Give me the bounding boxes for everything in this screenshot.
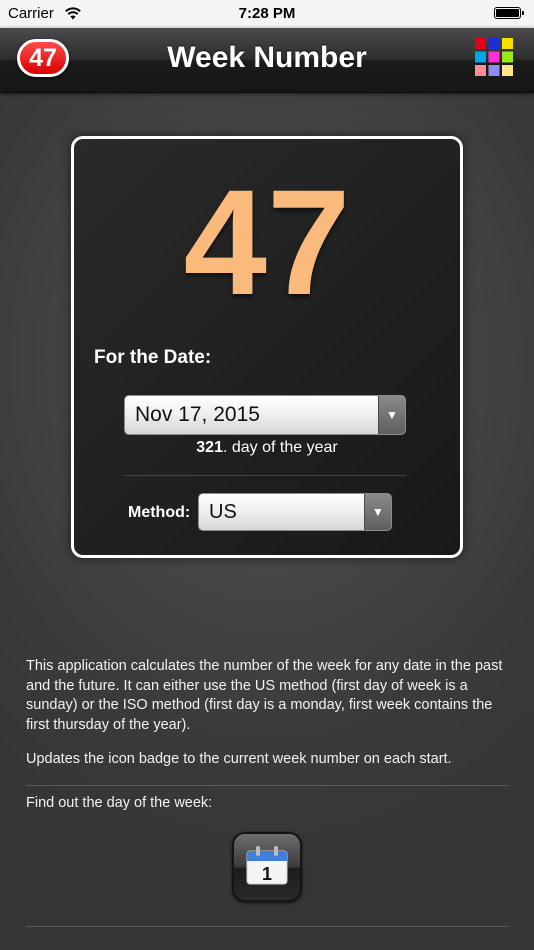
method-label: Method: [128,504,191,521]
grid-cell [475,65,486,76]
grid-cell [488,38,500,49]
page-title: Week Number [167,41,367,74]
color-grid-icon[interactable] [475,38,513,76]
week-number-card: 47 For the Date: Nov 17, 2015 ▼ 321. day… [71,136,463,558]
date-value: Nov 17, 2015 [135,403,260,426]
day-of-year-number: 321 [196,439,223,456]
grid-cell [502,51,513,63]
day-of-week-app-button[interactable]: 1 [232,832,302,902]
method-value: US [209,501,237,523]
app-description: This application calculates the number o… [26,658,503,733]
chevron-down-icon[interactable]: ▼ [378,396,405,434]
find-day-label: Find out the day of the week: [26,795,213,811]
section-divider [26,785,508,786]
method-dropdown[interactable]: US ▼ [198,493,392,531]
grid-cell [502,65,513,76]
status-time: 7:28 PM [238,5,296,22]
grid-cell [475,51,486,63]
navigation-bar: 47 Week Number [0,28,534,93]
date-label: For the Date: [94,347,212,368]
battery-icon [494,7,524,19]
grid-cell [475,38,486,49]
grid-cell [488,65,500,76]
grid-cell [502,38,513,49]
calendar-day-number: 1 [262,864,272,884]
day-of-year-text: 321. day of the year [74,439,460,457]
status-bar: Carrier 7:28 PM [0,0,534,28]
card-divider [124,475,406,476]
badge-note: Updates the icon badge to the current we… [26,751,452,767]
section-divider-bottom [26,926,508,927]
grid-cell [488,51,500,63]
chevron-down-icon[interactable]: ▼ [364,494,391,530]
week-number-display: 47 [183,158,351,326]
calendar-icon: 1 [244,843,290,892]
date-picker-dropdown[interactable]: Nov 17, 2015 ▼ [124,395,406,435]
day-of-year-suffix: . day of the year [222,439,338,456]
